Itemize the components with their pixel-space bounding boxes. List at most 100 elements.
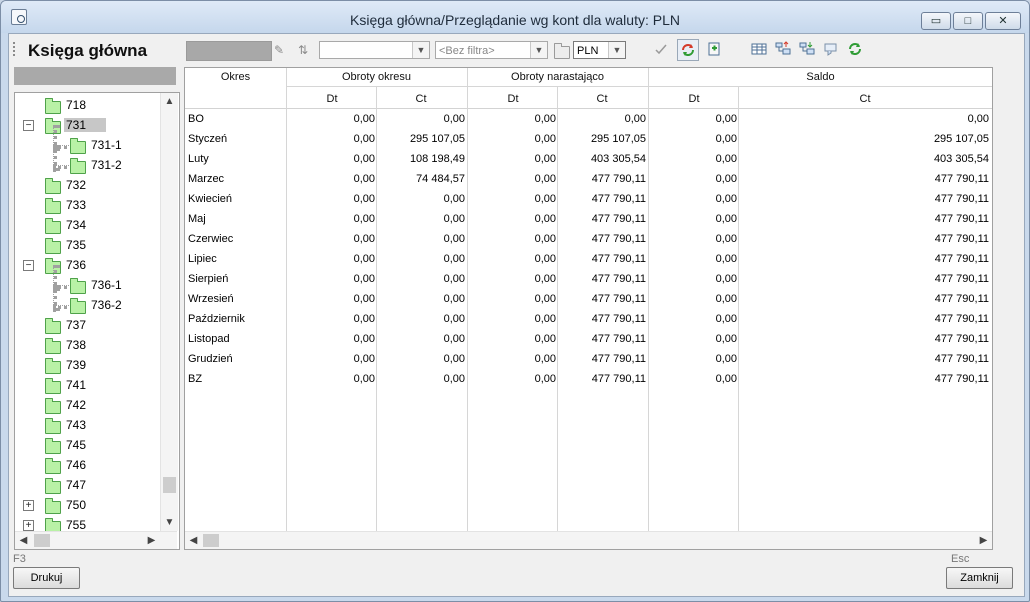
cell-value: 0,00 — [443, 233, 465, 245]
scroll-up-icon[interactable]: ▲ — [161, 93, 178, 110]
maximize-button[interactable]: □ — [953, 12, 983, 30]
header-ct[interactable]: Ct — [376, 93, 466, 105]
tree-item[interactable]: 739 — [15, 355, 160, 375]
table-row[interactable]: Styczeń 0,00 295 107,05 0,00 295 107,05 0,00 2… — [185, 129, 992, 149]
header-saldo[interactable]: Saldo — [649, 71, 992, 83]
tree-item[interactable]: 742 — [15, 395, 160, 415]
scroll-right-icon[interactable]: ▶ — [143, 532, 160, 549]
cell-value: 0,00 — [715, 153, 737, 165]
tree-horizontal-scrollbar[interactable]: ◀ ▶ — [15, 531, 177, 549]
tree-item[interactable]: 747 — [15, 475, 160, 495]
cell-okres: Maj — [188, 213, 206, 225]
close-button[interactable]: Zamknij — [946, 567, 1013, 589]
table-row[interactable]: Wrzesień 0,00 0,00 0,00 477 790,11 0,00 477 79… — [185, 289, 992, 309]
tree-item[interactable]: 732 — [15, 175, 160, 195]
table-row[interactable]: Kwiecień 0,00 0,00 0,00 477 790,11 0,00 477 79… — [185, 189, 992, 209]
header-okres[interactable]: Okres — [185, 71, 286, 83]
tree-item[interactable]: − 731 — [15, 115, 160, 135]
table-row[interactable]: Październik 0,00 0,00 0,00 477 790,11 0,00 477… — [185, 309, 992, 329]
refresh-icon[interactable] — [847, 41, 863, 57]
tree-item[interactable]: 741 — [15, 375, 160, 395]
minimize-button[interactable]: ▭ — [921, 12, 951, 30]
cell-value: 0,00 — [715, 213, 737, 225]
tree-item[interactable]: 731-2 — [15, 145, 160, 175]
cell-value: 403 305,54 — [933, 153, 989, 165]
tree-item[interactable]: 736-2 — [15, 285, 160, 315]
cell-okres: Lipiec — [188, 253, 217, 265]
tree-item[interactable]: 736-1 — [15, 265, 160, 295]
tree-collapse-icon[interactable] — [799, 41, 815, 57]
header-dt[interactable]: Dt — [468, 93, 558, 105]
tree-item[interactable]: 743 — [15, 415, 160, 435]
tree-item[interactable]: 738 — [15, 335, 160, 355]
account-field[interactable] — [186, 41, 272, 61]
tree-item[interactable]: − 736 — [15, 255, 160, 275]
cell-value: 0,00 — [443, 253, 465, 265]
table-row[interactable]: Lipiec 0,00 0,00 0,00 477 790,11 0,00 477 790,… — [185, 249, 992, 269]
filter-funnel-icon[interactable] — [823, 41, 839, 57]
header-obroty-okresu[interactable]: Obroty okresu — [287, 71, 466, 83]
table-row[interactable]: BZ 0,00 0,00 0,00 477 790,11 0,00 477 790,11 — [185, 369, 992, 389]
header-dt[interactable]: Dt — [287, 93, 377, 105]
currency-select[interactable]: PLN ▼ — [573, 41, 626, 59]
scroll-left-icon[interactable]: ◀ — [185, 532, 202, 549]
print-button[interactable]: Drukuj — [13, 567, 80, 589]
table-row[interactable]: Marzec 0,00 74 484,57 0,00 477 790,11 0,00 477… — [185, 169, 992, 189]
sort-icon[interactable]: ⇅ — [295, 42, 311, 58]
header-ct[interactable]: Ct — [557, 93, 647, 105]
header-dt[interactable]: Dt — [649, 93, 739, 105]
tree-item[interactable]: 734 — [15, 215, 160, 235]
table-view-icon[interactable] — [751, 41, 767, 57]
grid-hscroll-thumb[interactable] — [203, 534, 219, 547]
tree-item-label: 746 — [66, 458, 87, 472]
refresh-toggle-icon[interactable] — [677, 39, 699, 61]
table-row[interactable]: Sierpień 0,00 0,00 0,00 477 790,11 0,00 477 79… — [185, 269, 992, 289]
tree-item-label: 734 — [66, 218, 87, 232]
table-row[interactable]: Grudzień 0,00 0,00 0,00 477 790,11 0,00 477 79… — [185, 349, 992, 369]
cell-value: 0,00 — [715, 333, 737, 345]
window-title: Księga główna/Przeglądanie wg kont dla w… — [350, 12, 680, 28]
tree-item[interactable]: 733 — [15, 195, 160, 215]
collapse-icon[interactable]: − — [23, 260, 34, 271]
check-icon[interactable] — [653, 41, 669, 57]
export-document-icon[interactable] — [706, 41, 722, 57]
scroll-right-icon[interactable]: ▶ — [975, 532, 992, 549]
tree-item[interactable]: 735 — [15, 235, 160, 255]
tree-expand-icon[interactable] — [775, 41, 791, 57]
tree-item[interactable]: 745 — [15, 435, 160, 455]
table-row[interactable]: Czerwiec 0,00 0,00 0,00 477 790,11 0,00 477 79… — [185, 229, 992, 249]
tree-scroll-thumb[interactable] — [163, 477, 176, 493]
tree-item-label: 735 — [66, 238, 87, 252]
cell-value: 0,00 — [353, 233, 375, 245]
table-row[interactable]: Listopad 0,00 0,00 0,00 477 790,11 0,00 477 79… — [185, 329, 992, 349]
edit-pencil-icon[interactable]: ✎ — [271, 42, 287, 58]
tree-search-field[interactable] — [14, 67, 176, 85]
grid-horizontal-scrollbar[interactable]: ◀ ▶ — [185, 531, 992, 549]
client-area: Księga główna ✎ ⇅ ▼ <Bez filtra> ▼ PLN ▼ — [8, 33, 1025, 597]
cell-value: 0,00 — [534, 133, 556, 145]
period-select[interactable]: ▼ — [319, 41, 430, 59]
cell-value: 477 790,11 — [591, 373, 646, 385]
header-obroty-narastajaco[interactable]: Obroty narastająco — [468, 71, 647, 83]
tree-item[interactable]: 737 — [15, 315, 160, 335]
expand-icon[interactable]: + — [23, 520, 34, 531]
expand-icon[interactable]: + — [23, 500, 34, 511]
tree-vertical-scrollbar[interactable]: ▲ ▼ — [160, 93, 178, 531]
toolbar-grip[interactable] — [13, 42, 17, 56]
close-window-button[interactable]: ✕ — [985, 12, 1021, 30]
scroll-down-icon[interactable]: ▼ — [161, 514, 178, 531]
tree-item[interactable]: 746 — [15, 455, 160, 475]
tree-item[interactable]: +750 — [15, 495, 160, 515]
filter-select[interactable]: <Bez filtra> ▼ — [435, 41, 548, 59]
collapse-icon[interactable]: − — [23, 120, 34, 131]
cell-value: 0,00 — [353, 173, 375, 185]
header-ct[interactable]: Ct — [738, 93, 992, 105]
table-row[interactable]: BO 0,00 0,00 0,00 0,00 0,00 0,00 — [185, 109, 992, 129]
table-row[interactable]: Luty 0,00 108 198,49 0,00 403 305,54 0,00 403 … — [185, 149, 992, 169]
tree-item[interactable]: 718 — [15, 95, 160, 115]
table-row[interactable]: Maj 0,00 0,00 0,00 477 790,11 0,00 477 790,11 — [185, 209, 992, 229]
folder-icon[interactable] — [554, 43, 570, 59]
tree-hscroll-thumb[interactable] — [34, 534, 50, 547]
scroll-left-icon[interactable]: ◀ — [15, 532, 32, 549]
tree-item[interactable]: 731-1 — [15, 125, 160, 155]
